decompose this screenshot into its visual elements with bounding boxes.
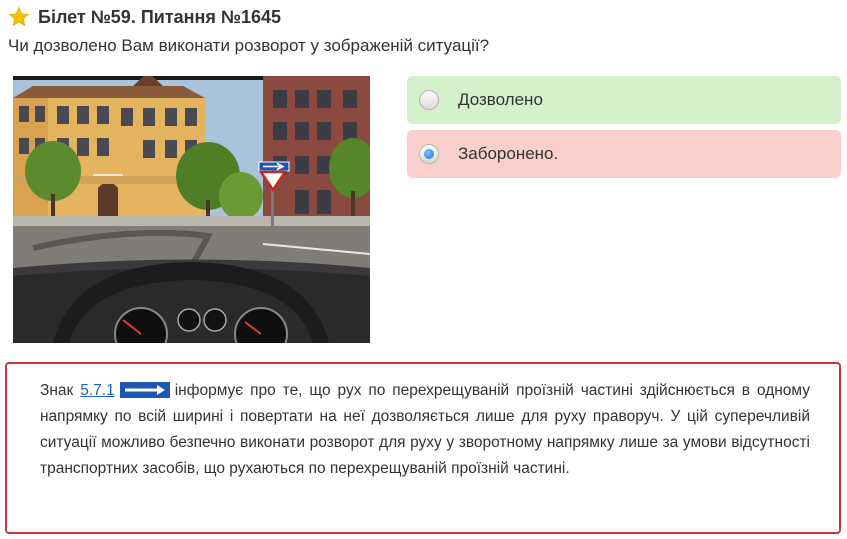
situation-image xyxy=(13,76,370,343)
explanation-text: Знак 5.7.1 інформує про те, що рух по пер… xyxy=(40,378,810,482)
question-text: Чи дозволено Вам виконати розворот у зоб… xyxy=(8,36,490,55)
answer-option-forbidden[interactable]: Заборонено. xyxy=(407,130,841,178)
answer-option-allowed[interactable]: Дозволено xyxy=(407,76,841,124)
one-way-road-sign-icon xyxy=(118,381,171,399)
explanation-prefix: Знак xyxy=(40,382,74,399)
answer-label: Заборонено. xyxy=(458,144,559,163)
radio-button[interactable] xyxy=(419,90,439,110)
sign-link[interactable]: 5.7.1 xyxy=(80,382,114,399)
explanation-box: Знак 5.7.1 інформує про те, що рух по пер… xyxy=(5,362,841,534)
answers-list: Дозволено Заборонено. xyxy=(407,76,841,184)
question-title: Білет №59. Питання №1645 xyxy=(38,6,281,27)
question-header: Білет №59. Питання №1645 xyxy=(8,4,281,30)
star-icon[interactable] xyxy=(8,6,30,28)
radio-button-selected[interactable] xyxy=(419,144,439,164)
answer-label: Дозволено xyxy=(458,90,543,109)
